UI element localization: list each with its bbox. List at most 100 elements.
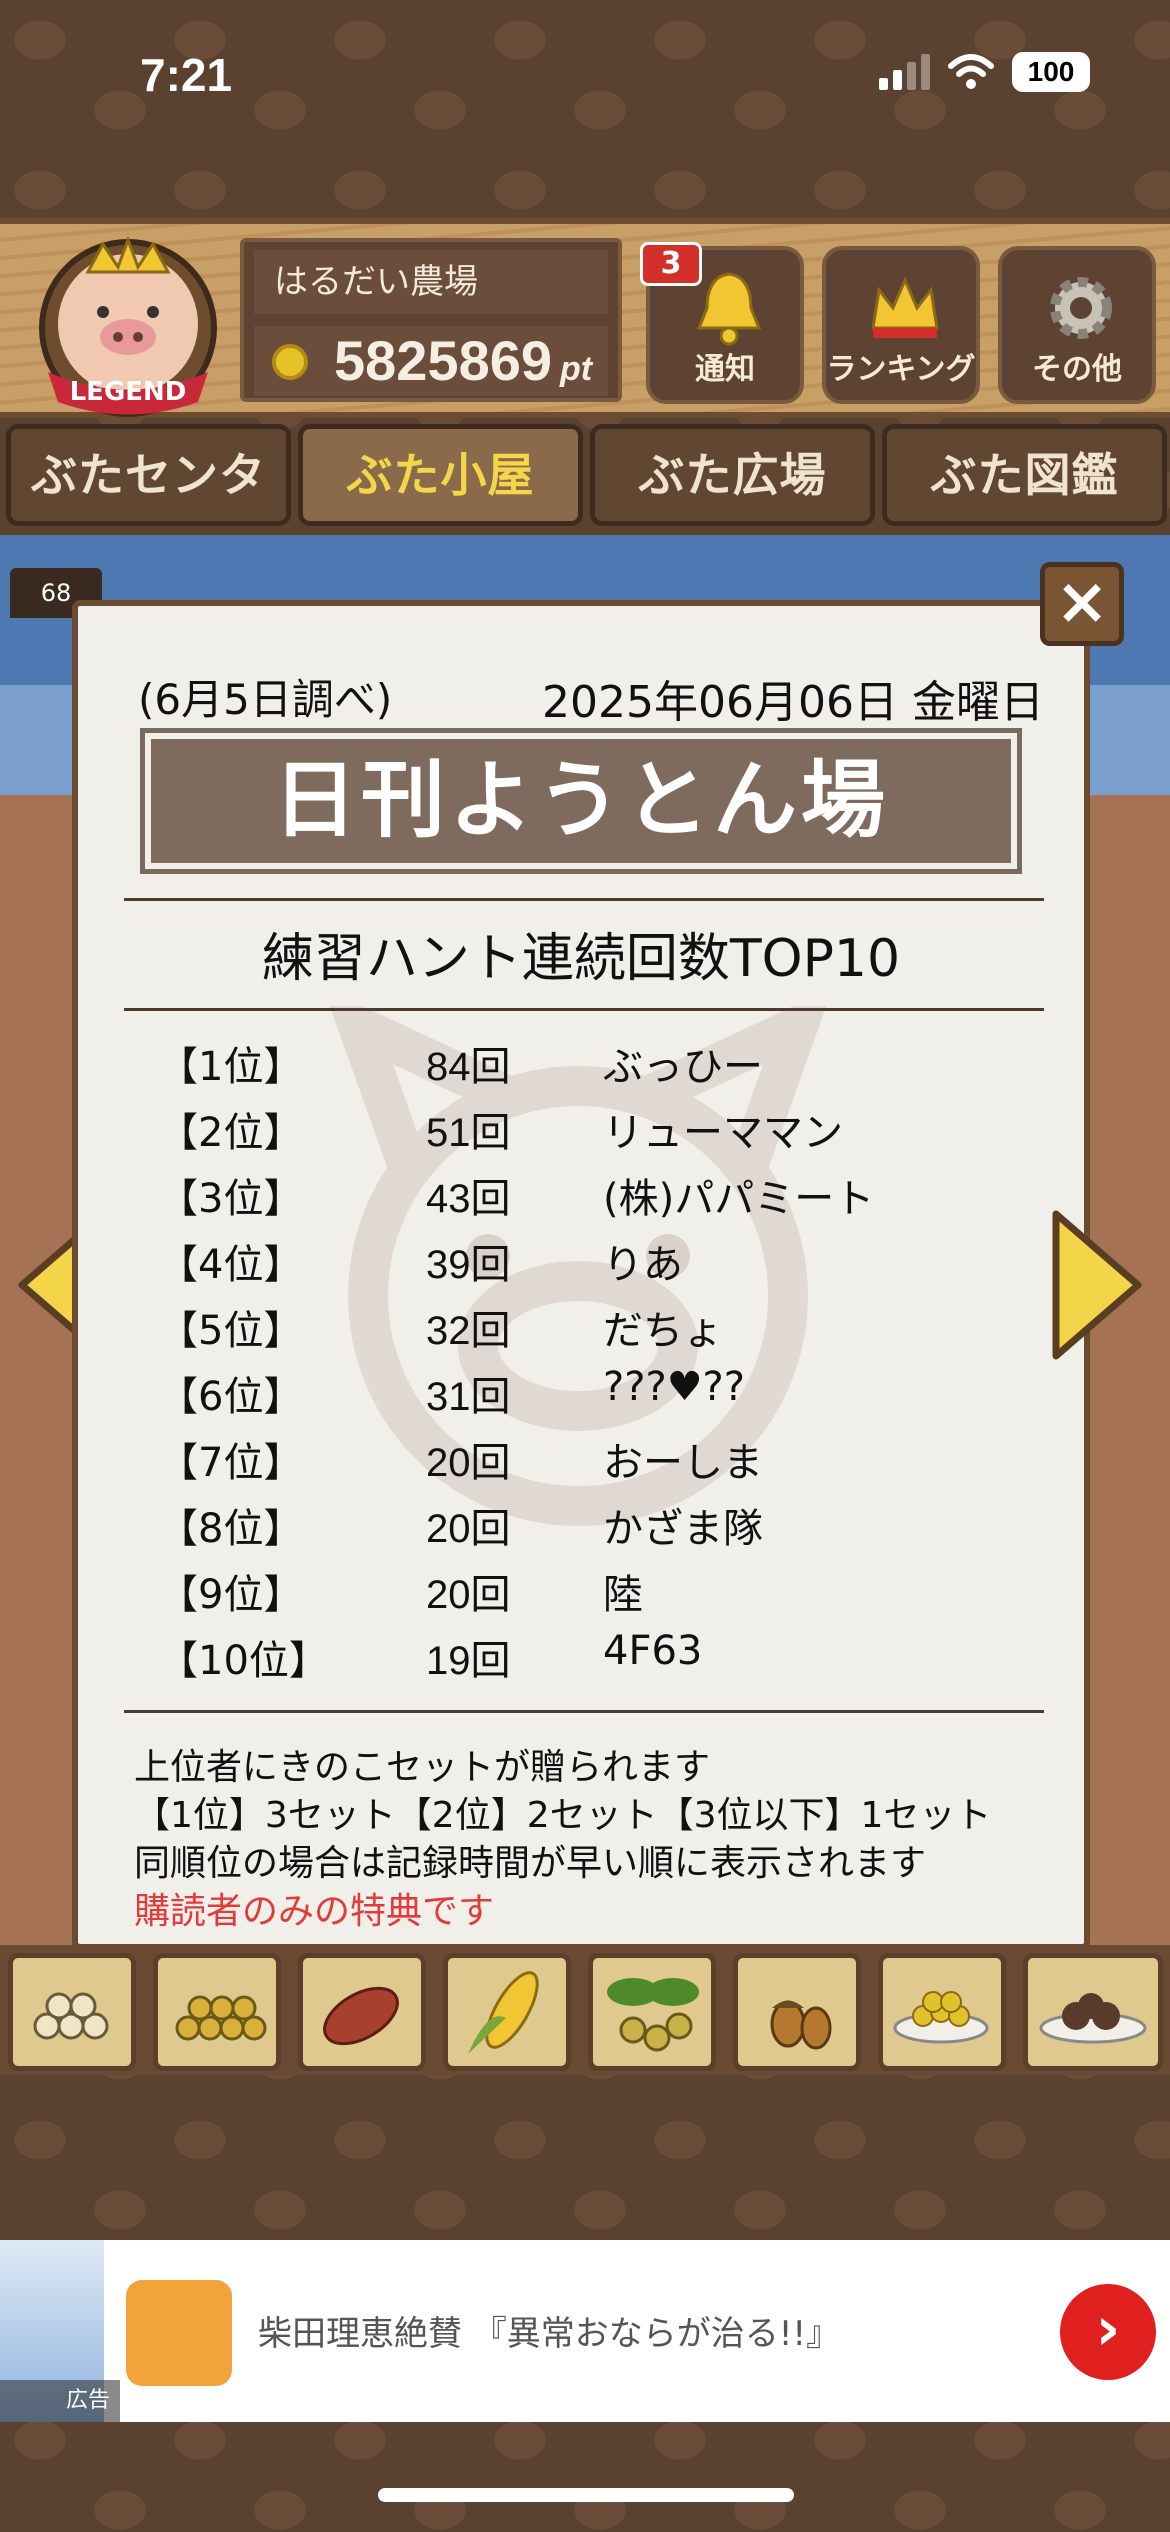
coin-icon — [272, 344, 308, 380]
notification-label: 通知 — [695, 352, 755, 387]
newspaper-title: 日刊ようとん場 — [151, 739, 1011, 863]
rank-row: 【6位】 31回 ???♥?? — [158, 1364, 978, 1430]
rank-count: 43回 — [426, 1177, 511, 1221]
ad-person-image[interactable] — [126, 2280, 232, 2386]
status-icons: 100 — [879, 52, 1090, 92]
rank-player-name: おーしま — [603, 1440, 763, 1486]
header: LEGEND はるだい農場 5825869 pt 3 通知 ランキング その他 — [0, 218, 1170, 418]
ranking-button[interactable]: ランキング — [822, 246, 980, 404]
close-button[interactable]: × — [1040, 562, 1124, 646]
reward-notes: 上位者にきのこセットが贈られます 【1位】3セット【2位】2セット【3位以下】1… — [134, 1744, 991, 1936]
rank-player-name: 4F63 — [603, 1628, 703, 1674]
food-slot[interactable] — [443, 1953, 571, 2071]
rank-position: 【6位】 — [158, 1374, 304, 1420]
sweet-potato-icon — [323, 1986, 399, 2046]
rank-count: 84回 — [426, 1045, 511, 1089]
rank-player-name: かざま隊 — [603, 1506, 763, 1552]
rank-player-name: ???♥?? — [603, 1364, 746, 1410]
rank-player-name: りあ — [603, 1242, 683, 1288]
bell-icon — [696, 272, 762, 346]
gear-icon — [1050, 277, 1112, 339]
rank-row: 【1位】 84回 ぶっひー — [158, 1034, 978, 1100]
rank-position: 【9位】 — [158, 1572, 304, 1618]
food-slot[interactable] — [298, 1953, 426, 2071]
divider — [124, 898, 1044, 901]
rank-player-name: リューママン — [603, 1110, 843, 1156]
rank-row: 【2位】 51回 リューママン — [158, 1100, 978, 1166]
beans-icon — [175, 1995, 267, 2041]
food-slot[interactable] — [733, 1953, 861, 2071]
farm-info-panel: はるだい農場 5825869 pt — [240, 238, 622, 402]
home-indicator[interactable] — [378, 2488, 794, 2502]
reward-note-line: 同順位の場合は記録時間が早い順に表示されます — [134, 1843, 927, 1884]
divider — [124, 1710, 1044, 1713]
rank-position: 【1位】 — [158, 1044, 304, 1090]
leaf-nuts-icon — [607, 1978, 699, 2052]
points-unit: pt — [560, 350, 593, 388]
status-bar: 7:21 100 — [0, 0, 1170, 150]
points-display: 5825869 pt — [254, 326, 608, 396]
food-slot[interactable] — [1023, 1953, 1163, 2071]
legend-pig-badge-icon[interactable]: LEGEND — [28, 232, 228, 417]
grains-icon — [33, 1992, 109, 2040]
farm-name: はるだい農場 — [254, 250, 608, 314]
food-slot[interactable] — [878, 1953, 1006, 2071]
reward-note-line: 【1位】3セット【2位】2セット【3位以下】1セット — [134, 1795, 992, 1836]
rank-row: 【7位】 20回 おーしま — [158, 1430, 978, 1496]
rank-position: 【10位】 — [158, 1638, 329, 1684]
food-slot[interactable] — [153, 1953, 281, 2071]
newspaper-card: (6月5日調べ) 2025年06月06日 金曜日 日刊ようとん場 練習ハント連続… — [72, 600, 1090, 1950]
rank-row: 【9位】 20回 陸 — [158, 1562, 978, 1628]
other-menu-button[interactable]: その他 — [998, 246, 1156, 404]
bowl-feed-icon — [893, 1991, 989, 2044]
food-slot[interactable] — [8, 1953, 136, 2071]
rank-player-name: 陸 — [603, 1572, 643, 1618]
rank-count: 32回 — [426, 1309, 511, 1353]
tab-buta-encyclopedia[interactable]: ぶた図鑑 — [882, 424, 1167, 526]
rank-count: 51回 — [426, 1111, 511, 1155]
rank-position: 【5位】 — [158, 1308, 304, 1354]
newspaper-title-box: 日刊ようとん場 — [140, 728, 1022, 874]
rank-position: 【8位】 — [158, 1506, 304, 1552]
ad-open-button[interactable]: › — [1060, 2284, 1156, 2380]
ranking-label: ランキング — [826, 352, 976, 387]
crown-icon — [871, 276, 939, 338]
status-time: 7:21 — [140, 49, 233, 101]
signal-icon — [879, 54, 930, 90]
tab-buta-hut[interactable]: ぶた小屋 — [298, 424, 583, 526]
points-value: 5825869 — [334, 329, 553, 392]
ranking-subtitle: 練習ハント連続回数TOP10 — [261, 929, 901, 989]
food-slot[interactable] — [588, 1953, 716, 2071]
tab-buta-plaza[interactable]: ぶた広場 — [590, 424, 875, 526]
reward-note-line: 上位者にきのこセットが贈られます — [134, 1747, 711, 1788]
notification-button[interactable]: 3 通知 — [640, 242, 804, 404]
rank-player-name: (株)パパミート — [603, 1176, 875, 1222]
acorn-icon — [770, 2000, 832, 2050]
rank-position: 【4位】 — [158, 1242, 304, 1288]
issue-date: 2025年06月06日 金曜日 — [542, 677, 1044, 728]
wifi-icon — [948, 54, 994, 89]
battery-icon: 100 — [1012, 52, 1090, 92]
rank-player-name: だちょ — [603, 1308, 723, 1354]
main-tabs: ぶたセンター ぶた小屋 ぶた広場 ぶた図鑑 — [0, 420, 1170, 594]
svg-text:LEGEND: LEGEND — [70, 377, 187, 407]
other-label: その他 — [1032, 352, 1122, 387]
rank-count: 20回 — [426, 1441, 511, 1485]
survey-date-note: (6月5日調べ) — [138, 675, 393, 724]
rank-count: 20回 — [426, 1507, 511, 1551]
rank-position: 【7位】 — [158, 1440, 304, 1486]
rank-row: 【8位】 20回 かざま隊 — [158, 1496, 978, 1562]
tab-buta-center[interactable]: ぶたセンター — [6, 424, 291, 594]
subscriber-notice: 購読者のみの特典です — [134, 1891, 495, 1932]
divider — [124, 1008, 1044, 1011]
rank-row: 【5位】 32回 だちょ — [158, 1298, 978, 1364]
rank-position: 【3位】 — [158, 1176, 304, 1222]
ad-text[interactable]: 柴田理恵絶賛 『異常おならが治る!!』 — [258, 2306, 840, 2355]
food-bar — [0, 1945, 1170, 2075]
ad-banner[interactable]: 広告 柴田理恵絶賛 『異常おならが治る!!』 › — [0, 2240, 1170, 2422]
rank-row: 【3位】 43回 (株)パパミート — [158, 1166, 978, 1232]
next-arrow-icon[interactable] — [1052, 1210, 1142, 1360]
rank-row: 【4位】 39回 りあ — [158, 1232, 978, 1298]
rank-count: 19回 — [426, 1639, 511, 1683]
rank-player-name: ぶっひー — [603, 1044, 763, 1090]
